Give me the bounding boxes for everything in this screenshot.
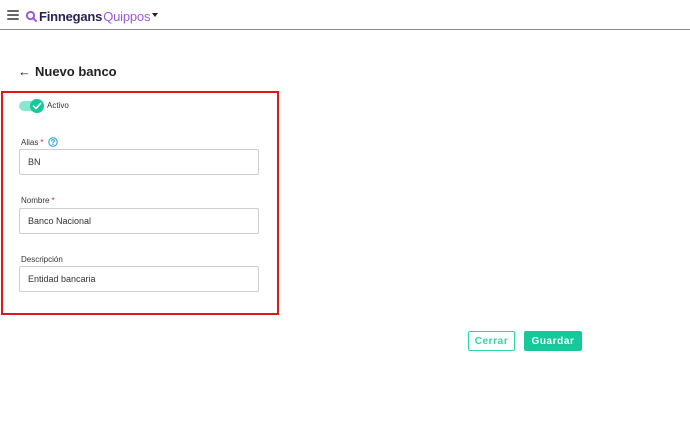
logo-icon bbox=[25, 10, 37, 22]
nombre-label-text: Nombre bbox=[21, 196, 50, 205]
required-mark: * bbox=[51, 196, 55, 205]
question-circle-icon[interactable] bbox=[48, 137, 59, 147]
brand-name: Finnegans bbox=[39, 8, 103, 24]
page-title: Nuevo banco bbox=[35, 64, 117, 79]
page-header: ← Nuevo banco bbox=[18, 64, 117, 80]
top-bar: Finnegans Quippos bbox=[0, 0, 690, 30]
product-name: Quippos bbox=[103, 8, 151, 24]
save-button[interactable]: Guardar bbox=[524, 331, 582, 351]
app-logo[interactable]: Finnegans Quippos bbox=[25, 8, 150, 24]
descripcion-label: Descripción bbox=[21, 255, 63, 264]
active-toggle-label: Activo bbox=[47, 101, 69, 110]
alias-label: Alias * bbox=[21, 137, 59, 147]
close-button[interactable]: Cerrar bbox=[468, 331, 515, 351]
toggle-knob bbox=[30, 99, 44, 113]
alias-label-text: Alias bbox=[21, 137, 39, 147]
chevron-down-icon[interactable] bbox=[152, 13, 158, 17]
menu-icon[interactable] bbox=[7, 10, 19, 20]
required-mark: * bbox=[40, 137, 44, 147]
descripcion-label-text: Descripción bbox=[21, 255, 63, 264]
active-toggle[interactable] bbox=[19, 99, 45, 113]
descripcion-input[interactable] bbox=[19, 266, 259, 292]
check-icon bbox=[32, 102, 42, 110]
back-arrow-icon[interactable]: ← bbox=[18, 64, 31, 80]
nombre-input[interactable] bbox=[19, 208, 259, 234]
nombre-label: Nombre * bbox=[21, 196, 55, 205]
alias-input[interactable] bbox=[19, 149, 259, 175]
